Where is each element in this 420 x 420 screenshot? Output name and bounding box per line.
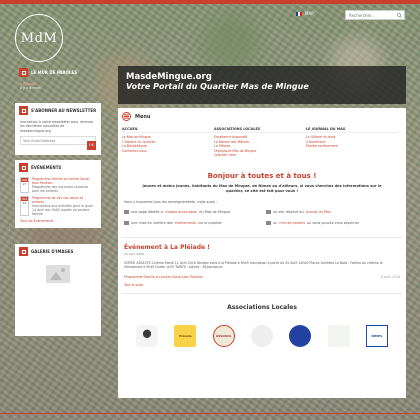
related-event: Programme Famille au centre Social Jean …	[124, 275, 400, 279]
wall-title[interactable]: Le mur de paroles	[31, 70, 77, 75]
search-input[interactable]	[349, 12, 397, 18]
info-text: une mise en lumière des	[131, 220, 173, 225]
event-day: 14	[22, 201, 27, 205]
site-subtitle: Votre Portail du Quartier Mas de Mingue	[126, 82, 309, 91]
newspaper-icon	[266, 209, 271, 214]
search-icon[interactable]	[397, 13, 402, 18]
welcome-heading: Bonjour à toutes et à tous !	[207, 171, 317, 180]
menu-column-accueil: Accueil Le Mas de Mingue L'histoire du Q…	[122, 127, 214, 158]
newsletter-card: S'abonner au newsletter Inscription à no…	[15, 103, 101, 155]
menu-title: Menu	[135, 113, 151, 120]
event-item[interactable]: AVR 27 Programme Famille au centre Socia…	[20, 177, 96, 193]
pleiade-logo[interactable]: Pléiade	[174, 324, 197, 347]
vert-logo[interactable]	[327, 324, 350, 347]
menu-header: Menu	[118, 108, 406, 125]
info-link[interactable]: chaque association	[165, 210, 198, 214]
wall-time: Il y a 4 mois	[20, 86, 41, 91]
events-card: Événements AVR 27 Programme Famille au c…	[15, 160, 101, 228]
menu-column-title[interactable]: Le Journal du Mas	[306, 127, 398, 133]
spotlight-icon	[124, 220, 129, 225]
gallery-icon	[19, 247, 28, 256]
event-date: AVR 27	[20, 177, 29, 193]
chat-icon	[266, 220, 271, 225]
newsletter-submit-button[interactable]: OK	[87, 141, 96, 150]
menu-link[interactable]: Quartier Libre	[214, 153, 306, 158]
calendar-icon	[19, 163, 28, 172]
event-article-text: SORTIE ADULTES Cinéma Mardi 12 Avril 201…	[124, 260, 383, 270]
info-text: un	[273, 220, 278, 225]
info-item: un site réservé au Journal du Mas	[266, 209, 406, 214]
assosol-logo[interactable]: ASSOSOL	[212, 324, 235, 347]
gallery-card: Galerie d'images	[15, 244, 101, 336]
welcome-section: Bonjour à toutes et à tous ! Jeunes et m…	[118, 172, 406, 194]
newsletter-title: S'abonner au newsletter	[31, 108, 97, 113]
event-article-title[interactable]: Événement à La Pléiade !	[124, 244, 400, 251]
image-placeholder-icon[interactable]	[46, 265, 70, 283]
logo-text: MdM	[20, 30, 58, 46]
language-label: MAP	[305, 11, 314, 16]
gallery-title: Galerie d'images	[31, 249, 74, 254]
info-item: une mise en lumière des événements sur l…	[124, 220, 266, 225]
bottom-accent-line	[0, 413, 420, 414]
associations-title: Associations Locales	[227, 303, 297, 311]
nimes-logo[interactable]: NÎMES	[365, 324, 388, 347]
site-logo[interactable]: MdM	[15, 14, 63, 62]
event-desc: Programme des vacances scolaires pour le…	[32, 185, 89, 193]
menu-column-journal: Le Journal du Mas Le 40ème du mois 3 Nov…	[306, 127, 398, 158]
info-link[interactable]: événements	[175, 221, 196, 225]
menu-column-title[interactable]: Accueil	[122, 127, 214, 133]
flag-icon	[296, 11, 302, 16]
event-item[interactable]: AVR 14 Programme de vos nos loisirs et e…	[20, 196, 96, 216]
event-day: 27	[22, 182, 27, 186]
newsletter-text: Inscription à notre newsletter pour rece…	[20, 120, 94, 133]
welcome-text: Jeunes et moins jeunes, habitants du Mas…	[142, 183, 382, 193]
site-title[interactable]: MasdeMingue.org	[126, 72, 398, 82]
associations-section: Associations Locales Pléiade ASSOSOL NÎM…	[118, 294, 406, 347]
event-desc: Inscriptions aux activités pour le jeudi…	[32, 204, 93, 216]
event-date: AVR 14	[20, 196, 29, 216]
menu-icon	[122, 112, 131, 121]
top-accent-bar	[0, 0, 420, 4]
language-selector[interactable]: MAP	[296, 11, 314, 16]
menu-column-associations: Associations Locales Excellence Associat…	[214, 127, 306, 158]
wall-of-words-card: Le mur de paroles 9 Propos Il y a 4 mois	[15, 65, 101, 98]
all-events-link[interactable]: Tous les Événements	[20, 219, 96, 223]
info-text: du Mas de Mingue	[199, 209, 231, 214]
info-text: une page dédiée à	[131, 209, 163, 214]
event-article: Événement à La Pléiade ! 15 avril 2016 S…	[118, 238, 406, 287]
related-event-date: 8 avril 2016	[380, 274, 400, 279]
events-title: Événements	[31, 165, 62, 170]
site-banner: MasdeMingue.org Votre Portail du Quartie…	[118, 66, 406, 104]
info-item: un mur de paroles où vous pouvez vous ex…	[266, 220, 406, 225]
olympique-logo[interactable]	[289, 324, 312, 347]
page-icon	[124, 209, 129, 214]
menu-link[interactable]: Contactez-nous	[122, 149, 214, 154]
info-text: un site réservé au	[273, 209, 304, 214]
search-box	[345, 10, 405, 20]
newsletter-email-input[interactable]	[20, 136, 96, 146]
main-content: Menu Accueil Le Mas de Mingue L'histoire…	[118, 108, 406, 398]
info-item: une page dédiée à chaque association du …	[124, 209, 266, 214]
info-intro: Vous y trouverez tous les renseignements…	[124, 199, 218, 204]
menu-link[interactable]: Poème confinement	[306, 144, 398, 149]
info-text: sur le quartier	[197, 220, 222, 225]
info-section: Vous y trouverez tous les renseignements…	[118, 194, 406, 231]
associations-logos: Pléiade ASSOSOL NÎMES	[118, 321, 406, 347]
menu-column-title[interactable]: Associations Locales	[214, 127, 306, 133]
event-article-date: 15 avril 2016	[124, 251, 144, 256]
event-title[interactable]: Programme Famille au centre Social Jean …	[32, 177, 96, 185]
maison-logo[interactable]	[250, 324, 273, 347]
info-text: où vous pouvez vous exprimer	[306, 220, 360, 225]
newsletter-icon	[19, 106, 28, 115]
info-grid: une page dédiée à chaque association du …	[124, 209, 400, 225]
info-link[interactable]: mur de paroles	[279, 221, 305, 225]
menu-columns: Accueil Le Mas de Mingue L'histoire du Q…	[118, 125, 406, 158]
read-more-link[interactable]: Tout la suite	[124, 283, 400, 287]
related-event-link[interactable]: Programme Famille au centre Social Jean …	[124, 275, 203, 279]
moulin-icon[interactable]	[136, 324, 159, 347]
info-link[interactable]: Journal du Mas	[306, 210, 331, 214]
wall-icon	[19, 68, 28, 77]
event-title[interactable]: Programme de vos nos loisirs et enfants	[32, 196, 96, 204]
